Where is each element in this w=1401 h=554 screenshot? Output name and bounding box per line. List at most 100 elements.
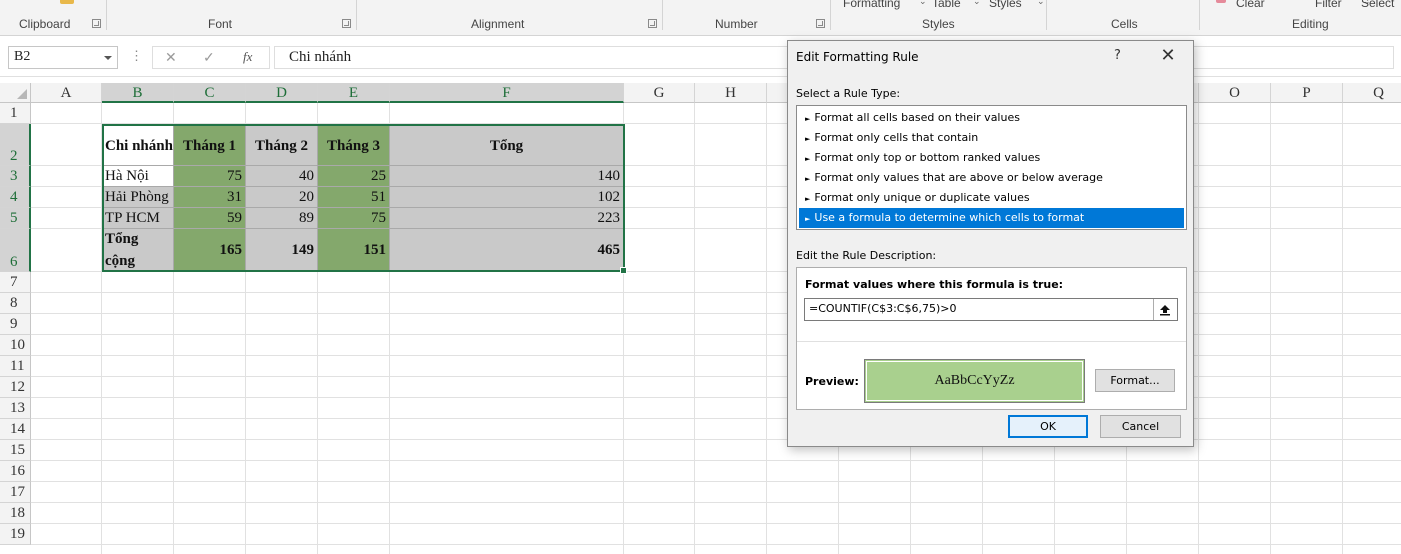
name-box[interactable]: B2 [8, 46, 118, 69]
row-header-11[interactable]: 11 [0, 356, 31, 377]
eraser-icon[interactable] [1216, 0, 1226, 3]
row-header-10[interactable]: 10 [0, 335, 31, 356]
cell-e5[interactable]: 75 [318, 208, 390, 229]
ribbon: Formatting ⌄ Table ⌄ Styles ⌄ Clear Filter ⌄ Sele… [0, 0, 1401, 36]
row-header-19[interactable]: 19 [0, 524, 31, 545]
row-header-1[interactable]: 1 [0, 103, 31, 124]
cancel-button[interactable]: Cancel [1100, 415, 1181, 438]
ribbon-button-2[interactable]: Styles [989, 0, 1022, 10]
row-header-5[interactable]: 5 [0, 208, 31, 229]
cell-f6[interactable]: 465 [390, 229, 624, 272]
row-header-4[interactable]: 4 [0, 187, 31, 208]
column-header-a[interactable]: A [31, 83, 102, 103]
chevron-down-icon[interactable]: ⌄ [973, 0, 981, 7]
cell-b3[interactable]: Hà Nội [102, 166, 174, 187]
column-header-p[interactable]: P [1271, 83, 1343, 103]
group-label-number: Number [715, 17, 758, 31]
font-launcher-icon[interactable] [342, 19, 351, 28]
rule-type-item[interactable]: ► Format only cells that contain [799, 128, 1184, 148]
rule-type-list[interactable]: ► Format all cells based on their values ►… [796, 105, 1187, 230]
cell-b5[interactable]: TP HCM [102, 208, 174, 229]
column-header-d[interactable]: D [246, 83, 318, 103]
cell-b2[interactable]: Chi nhánh [102, 124, 174, 166]
ok-button[interactable]: OK [1008, 415, 1088, 438]
arrow-up-icon [1159, 304, 1170, 315]
clipboard-launcher-icon[interactable] [92, 19, 101, 28]
chevron-down-icon[interactable] [104, 56, 112, 60]
rule-type-label: Format all cells based on their values [814, 111, 1020, 124]
ribbon-button-0[interactable]: Formatting [843, 0, 900, 10]
row-header-2[interactable]: 2 [0, 124, 31, 166]
ribbon-button-3[interactable]: Clear [1236, 0, 1265, 10]
row-header-12[interactable]: 12 [0, 377, 31, 398]
chevron-down-icon[interactable]: ⌄ [1037, 0, 1045, 7]
cell-e4[interactable]: 51 [318, 187, 390, 208]
column-header-e[interactable]: E [318, 83, 390, 103]
cell-b6[interactable]: Tổng cộng [102, 229, 174, 272]
column-header-b[interactable]: B [102, 83, 174, 103]
column-header-c[interactable]: C [174, 83, 246, 103]
cell-e6[interactable]: 151 [318, 229, 390, 272]
ribbon-button-1[interactable]: Table [932, 0, 961, 10]
row-header-6[interactable]: 6 [0, 229, 31, 272]
column-header-q[interactable]: Q [1343, 83, 1401, 103]
row-header-7[interactable]: 7 [0, 272, 31, 293]
cell-c5[interactable]: 59 [174, 208, 246, 229]
rule-type-item[interactable]: ► Use a formula to determine which cells … [799, 208, 1184, 228]
cell-f3[interactable]: 140 [390, 166, 624, 187]
column-header-g[interactable]: G [624, 83, 695, 103]
row-header-14[interactable]: 14 [0, 419, 31, 440]
cell-f4[interactable]: 102 [390, 187, 624, 208]
formula-field[interactable]: =COUNTIF(C$3:C$6,75)>0 [804, 298, 1178, 321]
cell-d5[interactable]: 89 [246, 208, 318, 229]
more-options-icon[interactable]: ⋮ [130, 48, 143, 64]
number-launcher-icon[interactable] [816, 19, 825, 28]
cell-e3[interactable]: 25 [318, 166, 390, 187]
row-header-3[interactable]: 3 [0, 166, 31, 187]
rule-type-item[interactable]: ► Format only unique or duplicate values [799, 188, 1184, 208]
row-header-9[interactable]: 9 [0, 314, 31, 335]
cell-d3[interactable]: 40 [246, 166, 318, 187]
ribbon-separator [106, 0, 107, 30]
rule-type-item[interactable]: ► Format only top or bottom ranked values [799, 148, 1184, 168]
cell-e2[interactable]: Tháng 3 [318, 124, 390, 166]
column-header-h[interactable]: H [695, 83, 767, 103]
cell-d2[interactable]: Tháng 2 [246, 124, 318, 166]
fill-handle[interactable] [620, 267, 627, 274]
row-header-17[interactable]: 17 [0, 482, 31, 503]
row-header-16[interactable]: 16 [0, 461, 31, 482]
ribbon-separator [356, 0, 357, 30]
rule-type-item[interactable]: ► Format only values that are above or be… [799, 168, 1184, 188]
cell-b4[interactable]: Hải Phòng [102, 187, 174, 208]
close-icon[interactable]: ✕ [1156, 44, 1180, 68]
cell-c6[interactable]: 165 [174, 229, 246, 272]
cancel-icon[interactable]: ✕ [165, 49, 177, 66]
cell-c3[interactable]: 75 [174, 166, 246, 187]
cell-f2[interactable]: Tổng [390, 124, 624, 166]
row-header-8[interactable]: 8 [0, 293, 31, 314]
format-button[interactable]: Format... [1095, 369, 1175, 392]
cell-f5[interactable]: 223 [390, 208, 624, 229]
row-header-15[interactable]: 15 [0, 440, 31, 461]
cell-d4[interactable]: 20 [246, 187, 318, 208]
rule-type-item[interactable]: ► Format all cells based on their values [799, 108, 1184, 128]
insert-function-icon[interactable]: fx [243, 49, 252, 65]
format-painter-icon[interactable] [60, 0, 74, 4]
cell-c2[interactable]: Tháng 1 [174, 124, 246, 166]
cell-c4[interactable]: 31 [174, 187, 246, 208]
collapse-dialog-button[interactable] [1153, 299, 1175, 320]
cell-d6[interactable]: 149 [246, 229, 318, 272]
chevron-down-icon[interactable]: ⌄ [919, 0, 927, 7]
row-header-18[interactable]: 18 [0, 503, 31, 524]
column-header-o[interactable]: O [1199, 83, 1271, 103]
ok-button-label: OK [1040, 420, 1056, 433]
column-header-f[interactable]: F [390, 83, 624, 103]
row-header-13[interactable]: 13 [0, 398, 31, 419]
ribbon-button-5[interactable]: Select [1361, 0, 1394, 10]
name-box-value: B2 [14, 49, 31, 64]
ribbon-button-4[interactable]: Filter [1315, 0, 1342, 10]
alignment-launcher-icon[interactable] [648, 19, 657, 28]
enter-icon[interactable]: ✓ [203, 49, 215, 66]
select-all-corner[interactable] [0, 83, 31, 103]
help-icon[interactable]: ? [1114, 48, 1121, 63]
